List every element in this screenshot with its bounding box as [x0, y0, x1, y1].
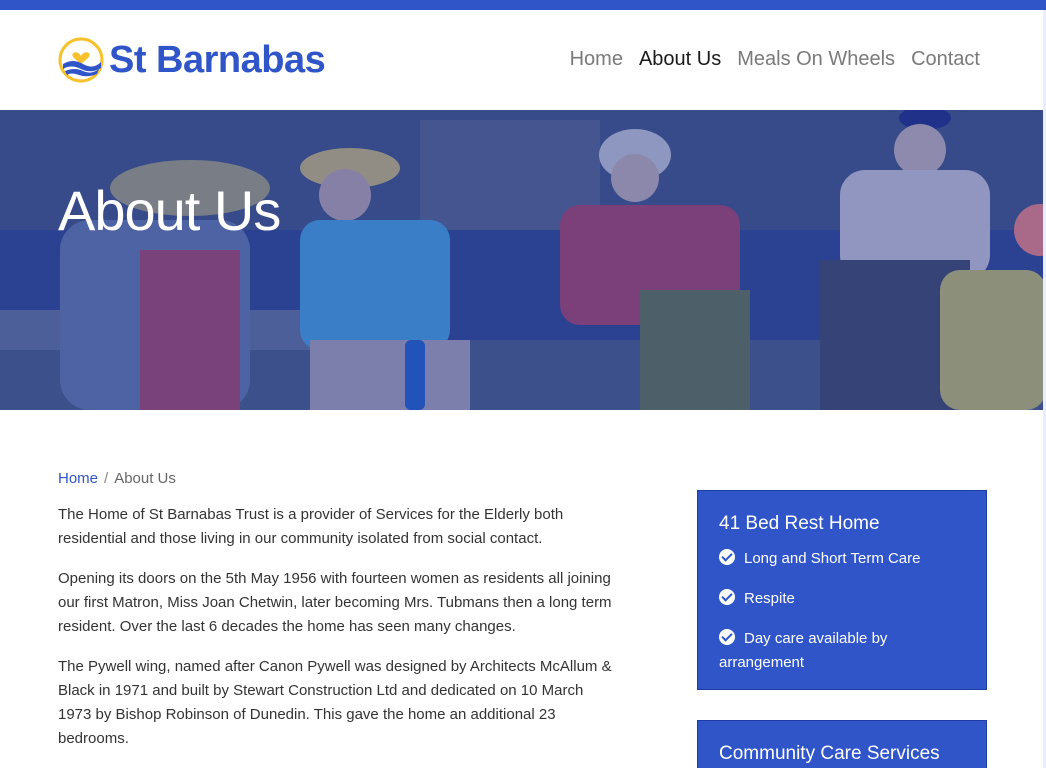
nav-about-us[interactable]: About Us: [639, 48, 721, 71]
feature-label: Respite: [744, 590, 795, 607]
breadcrumb-separator: /: [104, 470, 109, 487]
breadcrumb: Home / About Us: [58, 470, 618, 487]
check-circle-icon: [719, 629, 735, 645]
breadcrumb-home-link[interactable]: Home: [58, 470, 98, 487]
rest-home-card: 41 Bed Rest Home Long and Short Term Car…: [697, 490, 987, 690]
card-title: 41 Bed Rest Home: [719, 513, 880, 534]
list-item: Long and Short Term Care: [719, 547, 966, 571]
site-header: St Barnabas Home About Us Meals On Wheel…: [0, 10, 1046, 110]
top-accent-bar: [0, 0, 1046, 10]
feature-list: Long and Short Term Care Respite Day car…: [719, 547, 966, 675]
hero-photo: [0, 110, 1046, 410]
intro-paragraph: The Home of St Barnabas Trust is a provi…: [58, 506, 564, 547]
main-nav: Home About Us Meals On Wheels Contact: [570, 48, 980, 71]
nav-home[interactable]: Home: [570, 48, 623, 71]
pywell-wing-paragraph: The Pywell wing, named after Canon Pywel…: [58, 658, 612, 747]
hero-banner: About Us: [0, 110, 1046, 410]
list-item: Day care available by arrangement: [719, 627, 966, 675]
check-circle-icon: [719, 549, 735, 565]
history-paragraph: Opening its doors on the 5th May 1956 wi…: [58, 570, 612, 635]
heart-logo-icon: [58, 37, 104, 83]
breadcrumb-current: About Us: [114, 470, 176, 487]
list-item: Respite: [719, 587, 966, 611]
card-title: Community Care Services: [719, 743, 940, 764]
main-content: Home / About Us The Home of St Barnabas Tr…: [58, 470, 618, 767]
nav-meals-on-wheels[interactable]: Meals On Wheels: [737, 48, 895, 71]
feature-label: Day care available by arrangement: [719, 630, 888, 671]
site-name: St Barnabas: [109, 38, 326, 81]
check-circle-icon: [719, 589, 735, 605]
nav-contact[interactable]: Contact: [911, 48, 980, 71]
page-title: About Us: [58, 179, 281, 242]
feature-label: Long and Short Term Care: [744, 550, 921, 567]
site-logo[interactable]: St Barnabas: [57, 35, 326, 85]
community-care-card: Community Care Services: [697, 720, 987, 768]
